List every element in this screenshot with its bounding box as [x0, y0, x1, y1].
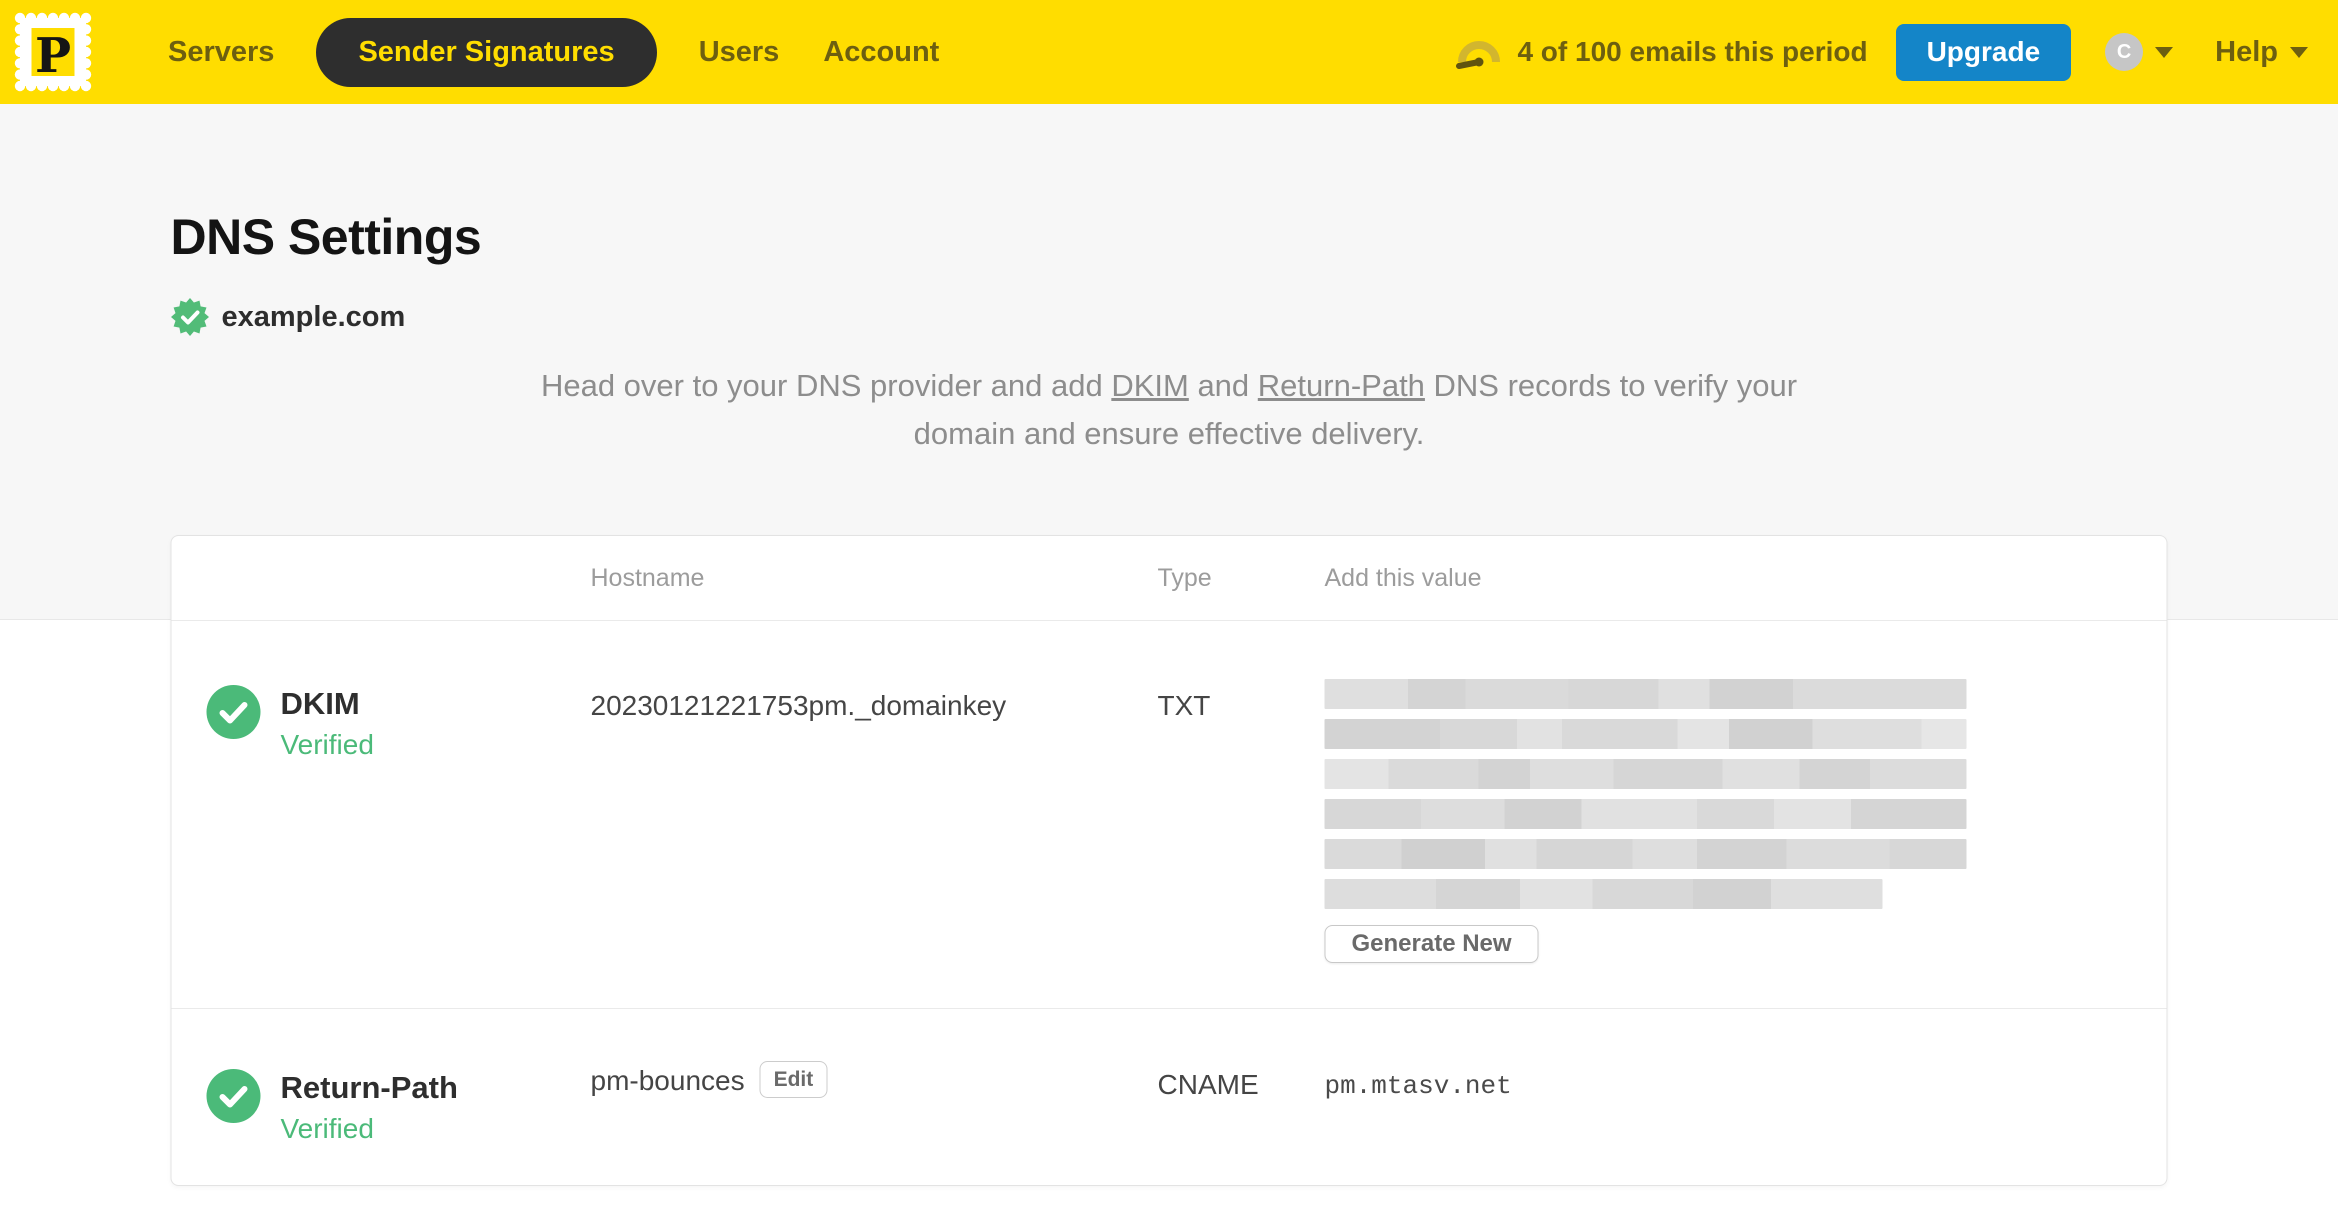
record-name: Return-Path — [280, 1070, 458, 1105]
dkim-type: TXT — [1157, 690, 1211, 721]
redacted-value-bar — [1324, 759, 1967, 789]
dkim-status-cell: DKIM Verified — [172, 621, 591, 1008]
redacted-value-bar — [1324, 679, 1967, 709]
header-hostname: Hostname — [590, 563, 705, 592]
hostname-text: 20230121221753pm._domainkey — [590, 690, 1007, 721]
nav-item-users[interactable]: Users — [699, 36, 780, 69]
verified-check-icon — [206, 685, 261, 739]
table-header: Hostname Type Add this value — [171, 536, 2167, 621]
navbar-right: 4 of 100 emails this period Upgrade C He… — [1455, 23, 2308, 81]
page-title: DNS Settings — [170, 209, 482, 265]
intro-part1: Head over to your DNS provider and add — [540, 368, 1112, 403]
upgrade-button[interactable]: Upgrade — [1895, 23, 2072, 81]
edit-button[interactable]: Edit — [759, 1061, 828, 1098]
verified-seal-icon — [170, 298, 209, 336]
usage-counter: 4 of 100 emails this period — [1517, 36, 1868, 67]
account-menu[interactable]: C — [2105, 33, 2174, 71]
verified-check-icon — [206, 1069, 261, 1123]
dns-records-card: Hostname Type Add this value DKIM Verifi… — [170, 535, 2168, 1186]
redacted-value-bar — [1324, 879, 1883, 909]
avatar[interactable]: C — [2105, 33, 2144, 71]
return-path-status-cell: Return-Path Verified — [172, 1009, 591, 1185]
dkim-link[interactable]: DKIM — [1111, 368, 1189, 403]
return-path-type: CNAME — [1157, 1069, 1259, 1100]
return-path-value: pm.mtasv.net — [1324, 1071, 1512, 1101]
dkim-value-cell: Generate New — [1324, 621, 2167, 1008]
dkim-hostname: 20230121221753pm._domainkey — [591, 621, 1158, 1008]
hostname-text: pm-bounces — [590, 1065, 745, 1096]
record-name: DKIM — [280, 686, 360, 721]
header-value: Add this value — [1324, 563, 1482, 592]
return-path-link[interactable]: Return-Path — [1258, 368, 1425, 403]
chevron-down-icon — [2155, 46, 2174, 58]
status-badge: Verified — [280, 729, 374, 760]
redacted-value-bar — [1324, 719, 1967, 749]
usage-gauge-icon — [1456, 41, 1501, 69]
return-path-hostname: pm-bounces Edit — [591, 1009, 1158, 1185]
nav-item-account[interactable]: Account — [823, 36, 939, 69]
svg-text:P: P — [35, 28, 71, 84]
help-label: Help — [2215, 35, 2278, 68]
table-row-dkim: DKIM Verified 20230121221753pm._domainke… — [172, 621, 2167, 1008]
intro-text: Head over to your DNS provider and add D… — [529, 362, 1809, 458]
help-menu[interactable]: Help — [2215, 36, 2308, 69]
redacted-value-bar — [1324, 839, 1967, 869]
domain-name: example.com — [221, 300, 406, 333]
status-badge: Verified — [280, 1113, 374, 1144]
nav-item-sender-signatures[interactable]: Sender Signatures — [316, 17, 657, 87]
postmark-logo[interactable]: P — [14, 12, 92, 92]
main-content: DNS Settings example.com Head over to yo… — [0, 104, 2338, 1222]
intro-part2: and — [1188, 368, 1258, 403]
stamp-icon: P — [14, 12, 92, 92]
nav-item-servers[interactable]: Servers — [168, 36, 274, 69]
main-nav: Servers Sender Signatures Users Account — [146, 17, 961, 87]
domain-row: example.com — [170, 298, 2168, 336]
header-type: Type — [1157, 563, 1212, 592]
chevron-down-icon — [2290, 46, 2308, 58]
table-row-return-path: Return-Path Verified pm-bounces Edit CNA… — [171, 1008, 2167, 1185]
generate-new-button[interactable]: Generate New — [1324, 925, 1539, 963]
top-navbar: P Servers Sender Signatures Users Accoun… — [0, 0, 2338, 104]
redacted-value-bar — [1324, 799, 1967, 829]
